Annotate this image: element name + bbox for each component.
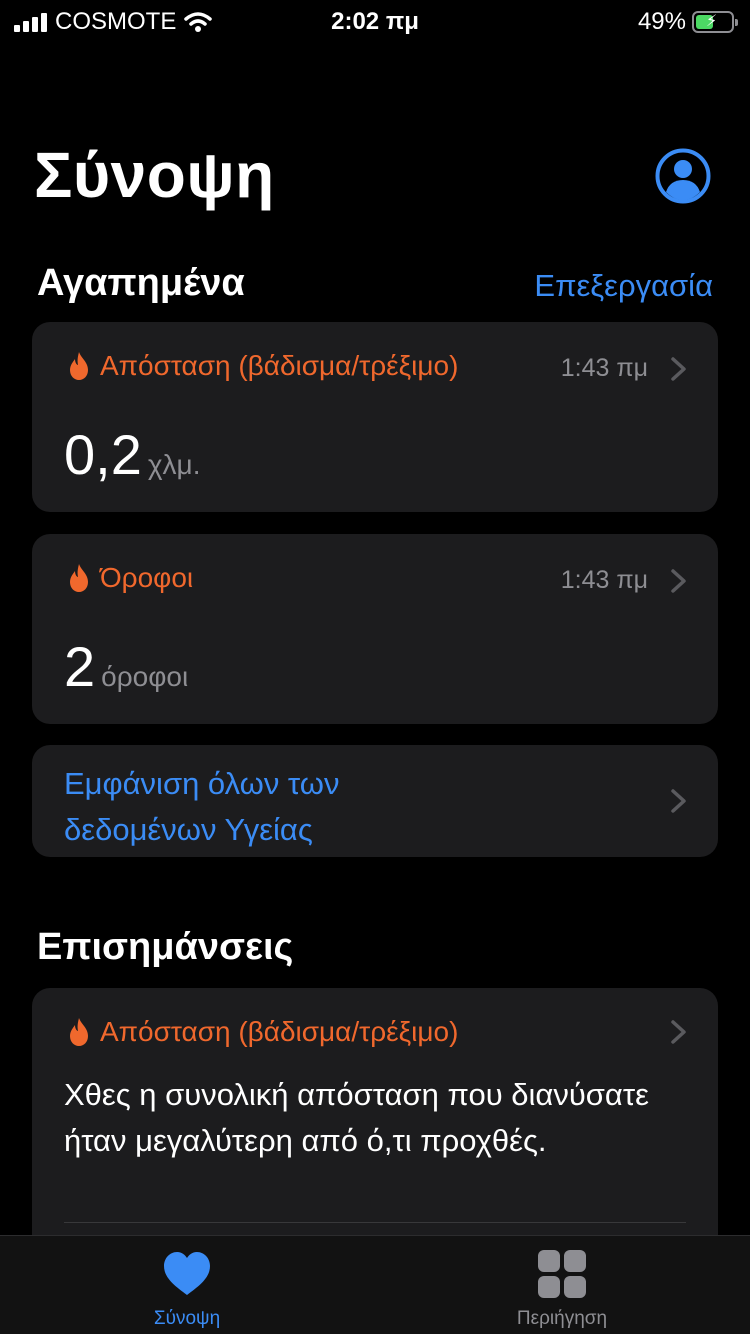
charging-bolt-icon: ⚡	[706, 13, 718, 30]
highlight-text: Χθες η συνολική απόσταση που διανύσατε ή…	[64, 1077, 649, 1158]
status-bar: COSMOTE 2:02 πμ 49% ⚡	[0, 0, 750, 44]
show-all-health-data-button[interactable]: Εμφάνιση όλων των δεδομένων Υγείας	[32, 745, 718, 857]
card-title: Απόσταση (βάδισμα/τρέξιμο)	[100, 1016, 459, 1047]
card-title: Όροφοι	[100, 562, 194, 593]
favorite-card-floors[interactable]: Όροφοι 1:43 πμ 2 όροφοι	[32, 534, 718, 724]
status-right: 49% ⚡	[637, 8, 738, 36]
card-value: 2	[64, 635, 96, 698]
favorites-section-title: Αγαπημένα	[37, 262, 245, 304]
person-circle-icon[interactable]	[655, 148, 711, 204]
chevron-right-icon	[671, 1020, 686, 1044]
card-unit: όροφοι	[101, 661, 189, 692]
grid-icon	[538, 1250, 586, 1298]
tab-summary[interactable]: Σύνοψη	[87, 1236, 287, 1334]
card-unit: χλμ.	[147, 449, 201, 480]
card-time: 1:43 πμ	[560, 354, 648, 382]
favorite-card-distance[interactable]: Απόσταση (βάδισμα/τρέξιμο) 1:43 πμ 0,2 χ…	[32, 322, 718, 512]
chevron-right-icon	[671, 789, 686, 813]
highlights-section-title: Επισημάνσεις	[37, 926, 294, 968]
flame-icon	[70, 564, 88, 592]
tab-browse[interactable]: Περιήγηση	[462, 1236, 662, 1334]
card-time: 1:43 πμ	[560, 566, 648, 594]
tab-label: Σύνοψη	[153, 1308, 221, 1329]
heart-icon	[164, 1252, 210, 1295]
divider	[64, 1222, 686, 1223]
battery-percent: 49%	[637, 8, 686, 35]
highlight-card-distance[interactable]: Απόσταση (βάδισμα/τρέξιμο) Χθες η συνολι…	[32, 988, 718, 1268]
show-all-label: Εμφάνιση όλων των δεδομένων Υγείας	[64, 766, 340, 847]
chevron-right-icon	[671, 569, 686, 593]
card-value: 0,2	[64, 423, 142, 486]
page-title: Σύνοψη	[34, 139, 275, 211]
battery-icon: ⚡	[692, 11, 738, 33]
edit-button[interactable]: Επεξεργασία	[534, 268, 713, 304]
tab-label: Περιήγηση	[516, 1308, 608, 1329]
flame-icon	[70, 1018, 88, 1046]
chevron-right-icon	[671, 357, 686, 381]
tab-bar: Σύνοψη Περιήγηση	[0, 1235, 750, 1334]
flame-icon	[70, 352, 88, 380]
card-title: Απόσταση (βάδισμα/τρέξιμο)	[100, 350, 459, 381]
